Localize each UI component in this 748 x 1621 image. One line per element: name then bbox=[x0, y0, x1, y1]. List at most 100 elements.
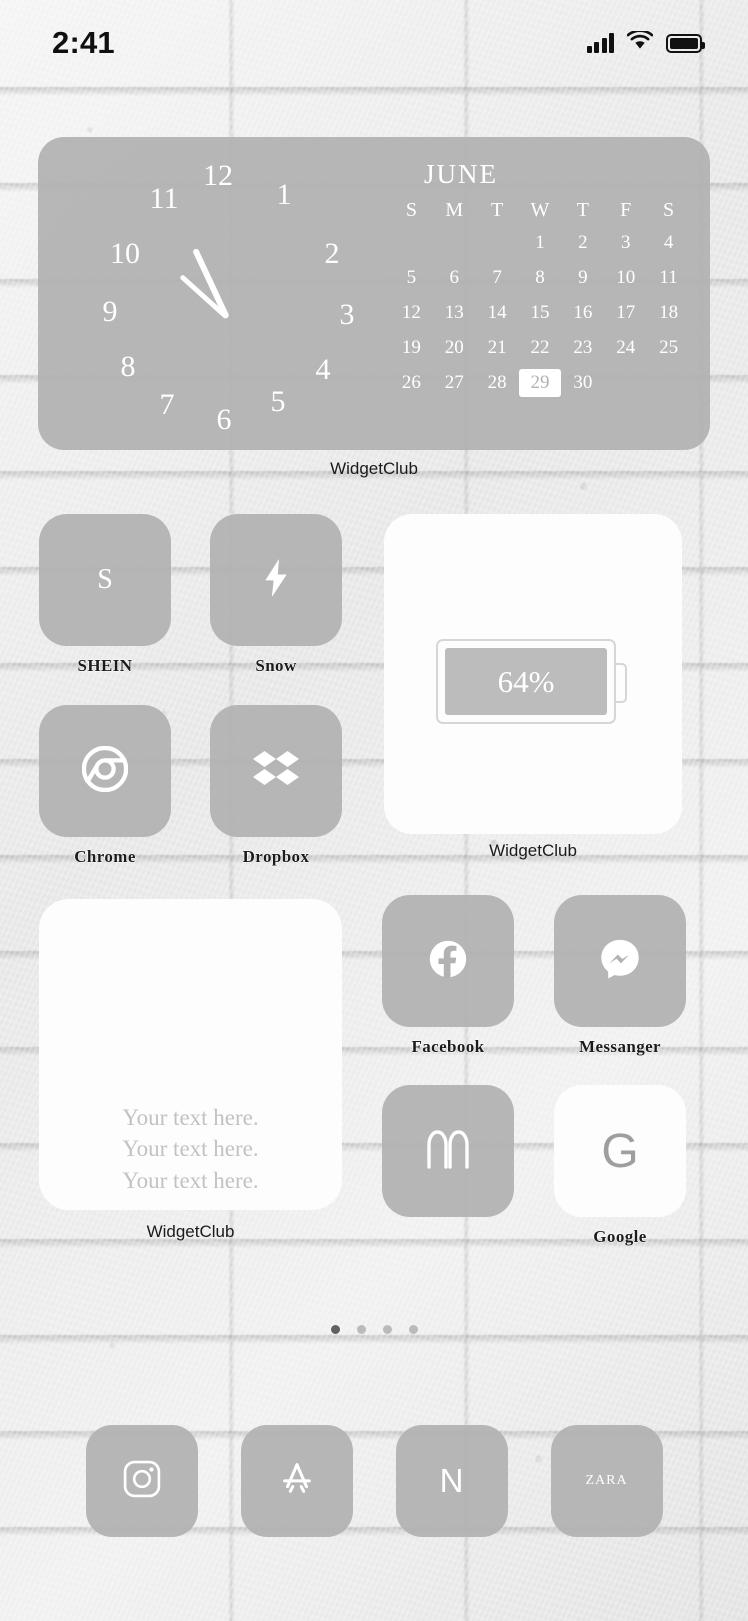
battery-gauge-icon: 64% bbox=[436, 639, 627, 724]
app-icon-snow[interactable]: Snow bbox=[210, 514, 342, 676]
app-icon-messenger[interactable]: Messanger bbox=[554, 895, 686, 1057]
netflix-tile[interactable]: N bbox=[395, 1425, 508, 1537]
battery-gauge-fill: 64% bbox=[445, 648, 607, 715]
app-label-dropbox: Dropbox bbox=[242, 847, 310, 866]
calendar-weekday-5: F bbox=[620, 199, 632, 221]
dropbox-tile[interactable] bbox=[210, 705, 342, 837]
app-icon-mcdonalds[interactable] bbox=[382, 1085, 514, 1227]
app-label-facebook: Facebook bbox=[411, 1037, 485, 1056]
note-line-3: Your text here. bbox=[122, 1167, 259, 1193]
messenger-icon bbox=[597, 936, 643, 987]
wifi-icon bbox=[626, 29, 654, 55]
shein-tile[interactable]: S bbox=[39, 514, 171, 646]
page-dot-0[interactable] bbox=[330, 1325, 340, 1334]
calendar-day-15: 15 bbox=[530, 302, 550, 323]
calendar-day-21: 21 bbox=[487, 337, 507, 358]
note-line-1: Your text here. bbox=[122, 1104, 259, 1130]
calendar-month-label: JUNE bbox=[424, 159, 498, 189]
calendar-weekday-row: SMTWTFS bbox=[390, 199, 690, 229]
battery-widget[interactable]: 64% bbox=[384, 514, 682, 834]
analog-clock: 12 1 2 3 4 5 6 7 8 9 10 11 bbox=[68, 147, 368, 437]
clock-minute-hand bbox=[179, 274, 229, 320]
dock-item-instagram[interactable] bbox=[85, 1425, 198, 1537]
calendar-day-17: 17 bbox=[616, 302, 636, 323]
zara-tile[interactable]: ZARA bbox=[550, 1425, 663, 1537]
dropbox-icon bbox=[253, 749, 299, 794]
battery-widget-caption: WidgetClub bbox=[489, 841, 577, 860]
dock: N ZARA bbox=[0, 1425, 748, 1537]
calendar-day-4: 4 bbox=[663, 232, 674, 253]
dock-item-netflix[interactable]: N bbox=[395, 1425, 508, 1537]
chrome-tile[interactable] bbox=[39, 705, 171, 837]
snow-tile[interactable] bbox=[210, 514, 342, 646]
clock-numeral-11: 11 bbox=[149, 182, 179, 216]
app-icon-dropbox[interactable]: Dropbox bbox=[210, 705, 342, 867]
page-indicator-dots[interactable] bbox=[0, 1325, 748, 1334]
clock-calendar-widget-caption: WidgetClub bbox=[330, 459, 418, 478]
app-label-shein: SHEIN bbox=[77, 656, 133, 675]
calendar-day-grid: ...1234567891011121314151617181920212223… bbox=[390, 229, 690, 397]
clock-calendar-widget[interactable]: 12 1 2 3 4 5 6 7 8 9 10 11 JUNE SMTWTFS … bbox=[38, 137, 710, 450]
status-bar: 2:41 bbox=[0, 0, 748, 72]
calendar-day-10: 10 bbox=[616, 267, 636, 288]
clock-numeral-5: 5 bbox=[270, 385, 286, 419]
calendar-day-3: 3 bbox=[620, 232, 631, 253]
calendar-day-30: 30 bbox=[573, 372, 593, 393]
app-label-chrome: Chrome bbox=[74, 847, 136, 866]
chrome-icon bbox=[81, 745, 129, 797]
calendar-day-8: 8 bbox=[535, 267, 545, 288]
app-store-icon bbox=[278, 1460, 316, 1503]
dock-item-app-store[interactable] bbox=[240, 1425, 353, 1537]
note-widget[interactable]: Your text here. Your text here. Your tex… bbox=[39, 899, 342, 1210]
calendar-day-22: 22 bbox=[530, 337, 550, 358]
zara-icon: ZARA bbox=[585, 1473, 628, 1488]
page-dot-3[interactable] bbox=[408, 1325, 418, 1334]
calendar-weekday-1: M bbox=[445, 199, 464, 221]
calendar-day-9: 9 bbox=[578, 267, 588, 288]
calendar-weekday-6: S bbox=[663, 199, 675, 221]
calendar-day-1: 1 bbox=[535, 232, 545, 253]
calendar-weekday-0: S bbox=[405, 199, 417, 221]
facebook-tile[interactable] bbox=[382, 895, 514, 1027]
app-store-tile[interactable] bbox=[240, 1425, 353, 1537]
calendar-day-today: 29 bbox=[518, 369, 562, 397]
app-label-snow: Snow bbox=[255, 656, 297, 675]
clock-numeral-9: 9 bbox=[102, 295, 118, 329]
app-icon-google[interactable]: G Google bbox=[554, 1085, 686, 1247]
note-widget-caption: WidgetClub bbox=[146, 1222, 235, 1241]
calendar-day-12: 12 bbox=[401, 302, 421, 323]
page-dot-2[interactable] bbox=[382, 1325, 392, 1334]
calendar-day-26: 26 bbox=[401, 372, 421, 393]
clock-numeral-8: 8 bbox=[120, 350, 136, 384]
clock-numeral-7: 7 bbox=[159, 388, 175, 422]
messenger-tile[interactable] bbox=[554, 895, 686, 1027]
calendar-day-13: 13 bbox=[444, 302, 464, 323]
clock-numeral-3: 3 bbox=[339, 298, 355, 332]
calendar-day-19: 19 bbox=[401, 337, 421, 358]
page-dot-1[interactable] bbox=[356, 1325, 366, 1334]
dock-item-zara[interactable]: ZARA bbox=[550, 1425, 663, 1537]
calendar-day-27: 27 bbox=[444, 372, 464, 393]
clock-numeral-1: 1 bbox=[276, 177, 292, 211]
calendar-weekday-4: T bbox=[576, 199, 589, 221]
clock-hour-hand bbox=[192, 248, 230, 320]
app-icon-facebook[interactable]: Facebook bbox=[382, 895, 514, 1057]
mcdonalds-icon bbox=[425, 1129, 471, 1174]
mcdonalds-tile[interactable] bbox=[382, 1085, 514, 1217]
calendar-day-6: 6 bbox=[449, 267, 460, 288]
calendar-day-16: 16 bbox=[573, 302, 593, 323]
calendar-weekday-3: W bbox=[530, 199, 550, 221]
home-screen: 2:41 12 1 2 3 4 5 6 7 8 9 10 11 JUNE S M… bbox=[0, 0, 748, 1621]
instagram-tile[interactable] bbox=[85, 1425, 198, 1537]
clock-numeral-4: 4 bbox=[315, 353, 331, 387]
app-icon-shein[interactable]: S SHEIN bbox=[39, 514, 171, 676]
battery-icon bbox=[666, 33, 705, 53]
calendar-day-5: 5 bbox=[406, 267, 417, 288]
note-widget-text: Your text here. Your text here. Your tex… bbox=[39, 1102, 342, 1197]
calendar-day-24: 24 bbox=[616, 337, 636, 358]
lightning-bolt-icon bbox=[261, 558, 291, 602]
clock-numeral-6: 6 bbox=[216, 402, 232, 436]
app-icon-chrome[interactable]: Chrome bbox=[39, 705, 171, 867]
google-tile[interactable]: G bbox=[554, 1085, 686, 1217]
clock-numeral-10: 10 bbox=[110, 237, 140, 271]
